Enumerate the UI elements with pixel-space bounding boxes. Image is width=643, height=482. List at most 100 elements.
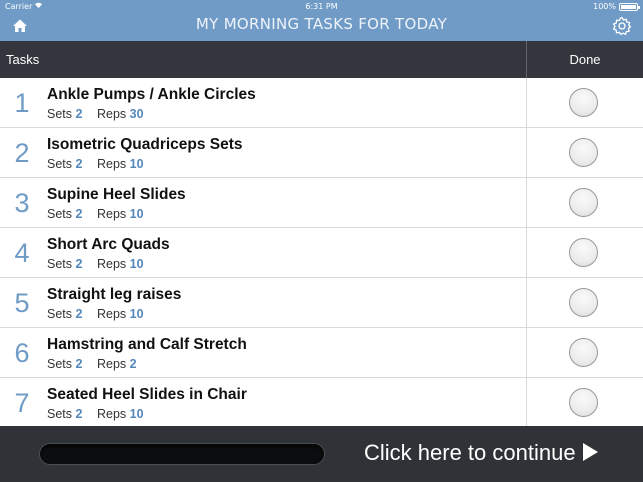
sets-label: Sets	[47, 357, 73, 371]
task-meta: Sets 2 Reps 2	[47, 357, 137, 371]
status-bar: Carrier 6:31 PM 100%	[0, 1, 643, 13]
done-checkbox[interactable]	[569, 238, 598, 267]
sets-value: 2	[75, 357, 83, 371]
sets-label: Sets	[47, 407, 73, 421]
sets-label: Sets	[47, 107, 73, 121]
reps-label: Reps	[97, 157, 127, 171]
column-divider	[526, 328, 527, 377]
reps-info: Reps 10	[97, 207, 144, 221]
progress-bar	[39, 443, 325, 465]
reps-info: Reps 10	[97, 157, 144, 171]
task-title: Short Arc Quads	[47, 236, 170, 253]
battery-icon	[619, 3, 640, 11]
reps-label: Reps	[97, 407, 127, 421]
column-divider	[526, 178, 527, 227]
task-title: Supine Heel Slides	[47, 186, 186, 203]
reps-label: Reps	[97, 307, 127, 321]
task-number: 5	[14, 288, 30, 318]
task-meta: Sets 2 Reps 10	[47, 207, 144, 221]
task-title: Straight leg raises	[47, 286, 182, 303]
task-number: 3	[14, 188, 30, 218]
reps-value: 10	[129, 407, 144, 421]
column-divider	[526, 128, 527, 177]
column-divider	[526, 378, 527, 427]
table-row[interactable]: 6 Hamstring and Calf Stretch Sets 2 Reps 2	[0, 328, 643, 378]
done-checkbox[interactable]	[569, 188, 598, 217]
table-header: Tasks Done	[0, 41, 643, 78]
sets-label: Sets	[47, 307, 73, 321]
sets-label: Sets	[47, 157, 73, 171]
sets-info: Sets 2	[47, 307, 82, 321]
reps-label: Reps	[97, 357, 127, 371]
done-checkbox[interactable]	[569, 288, 598, 317]
done-checkbox[interactable]	[569, 138, 598, 167]
task-title: Isometric Quadriceps Sets	[47, 136, 243, 153]
sets-info: Sets 2	[47, 407, 82, 421]
task-number: 1	[14, 88, 30, 118]
nav-bar: Carrier 6:31 PM 100% MY MORNING TASKS FO…	[0, 0, 643, 41]
reps-label: Reps	[97, 207, 127, 221]
task-number: 6	[14, 338, 30, 368]
task-number: 4	[14, 238, 30, 268]
tasks-column-header: Tasks	[6, 52, 40, 67]
done-checkbox[interactable]	[569, 388, 598, 417]
sets-info: Sets 2	[47, 257, 82, 271]
done-checkbox[interactable]	[569, 338, 598, 367]
table-row[interactable]: 7 Seated Heel Slides in Chair Sets 2 Reps 1…	[0, 378, 643, 428]
reps-value: 2	[129, 357, 137, 371]
reps-label: Reps	[97, 257, 127, 271]
sets-label: Sets	[47, 207, 73, 221]
reps-value: 10	[129, 307, 144, 321]
task-number: 2	[14, 138, 30, 168]
sets-info: Sets 2	[47, 357, 82, 371]
gear-icon[interactable]	[611, 15, 633, 37]
done-column-header: Done	[569, 52, 601, 67]
sets-info: Sets 2	[47, 107, 82, 121]
sets-value: 2	[75, 407, 83, 421]
task-title: Hamstring and Calf Stretch	[47, 336, 247, 353]
task-meta: Sets 2 Reps 10	[47, 157, 144, 171]
reps-value: 10	[129, 207, 144, 221]
reps-info: Reps 2	[97, 357, 137, 371]
column-divider	[526, 278, 527, 327]
task-list: 1 Ankle Pumps / Ankle Circles Sets 2 Reps 3…	[0, 78, 643, 428]
task-meta: Sets 2 Reps 30	[47, 107, 144, 121]
continue-button[interactable]: Click here to continue	[364, 440, 598, 466]
task-meta: Sets 2 Reps 10	[47, 307, 144, 321]
sets-info: Sets 2	[47, 207, 82, 221]
footer-bar: Click here to continue	[0, 426, 643, 482]
column-divider	[526, 228, 527, 277]
battery-percent: 100%	[593, 2, 616, 11]
sets-value: 2	[75, 257, 83, 271]
page-title: MY MORNING TASKS FOR TODAY	[195, 15, 448, 33]
continue-label: Click here to continue	[364, 440, 576, 465]
table-row[interactable]: 2 Isometric Quadriceps Sets Sets 2 Reps 10	[0, 128, 643, 178]
play-arrow-icon	[582, 443, 598, 461]
status-time: 6:31 PM	[305, 2, 338, 11]
task-meta: Sets 2 Reps 10	[47, 407, 144, 421]
reps-value: 10	[129, 157, 144, 171]
reps-value: 30	[129, 107, 144, 121]
sets-value: 2	[75, 107, 83, 121]
sets-value: 2	[75, 307, 83, 321]
task-number: 7	[14, 388, 30, 418]
task-title: Ankle Pumps / Ankle Circles	[47, 86, 256, 103]
table-row[interactable]: 3 Supine Heel Slides Sets 2 Reps 10	[0, 178, 643, 228]
task-title: Seated Heel Slides in Chair	[47, 386, 247, 403]
table-row[interactable]: 4 Short Arc Quads Sets 2 Reps 10	[0, 228, 643, 278]
reps-info: Reps 10	[97, 307, 144, 321]
reps-info: Reps 10	[97, 407, 144, 421]
reps-label: Reps	[97, 107, 127, 121]
sets-value: 2	[75, 157, 83, 171]
task-meta: Sets 2 Reps 10	[47, 257, 144, 271]
reps-info: Reps 10	[97, 257, 144, 271]
sets-label: Sets	[47, 257, 73, 271]
sets-value: 2	[75, 207, 83, 221]
reps-value: 10	[129, 257, 144, 271]
table-row[interactable]: 1 Ankle Pumps / Ankle Circles Sets 2 Reps 3…	[0, 78, 643, 128]
sets-info: Sets 2	[47, 157, 82, 171]
table-row[interactable]: 5 Straight leg raises Sets 2 Reps 10	[0, 278, 643, 328]
done-checkbox[interactable]	[569, 88, 598, 117]
column-divider	[526, 78, 527, 127]
reps-info: Reps 30	[97, 107, 144, 121]
